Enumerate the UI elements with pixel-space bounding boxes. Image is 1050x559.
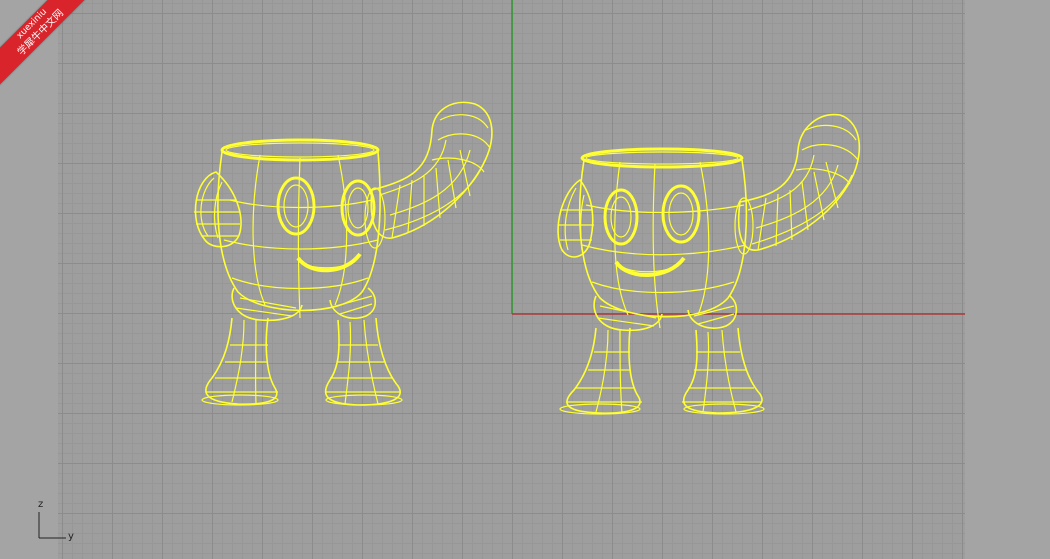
axis-label-z: z xyxy=(38,499,44,510)
axis-icon xyxy=(38,512,66,539)
axis-label-y: y xyxy=(68,531,74,542)
viewport-right[interactable]: z y xuexiniu 学犀牛中文网 xyxy=(0,0,1050,559)
scene-canvas[interactable] xyxy=(0,0,1050,559)
character-cup-right[interactable] xyxy=(557,113,861,415)
character-cup-left[interactable] xyxy=(194,101,493,406)
